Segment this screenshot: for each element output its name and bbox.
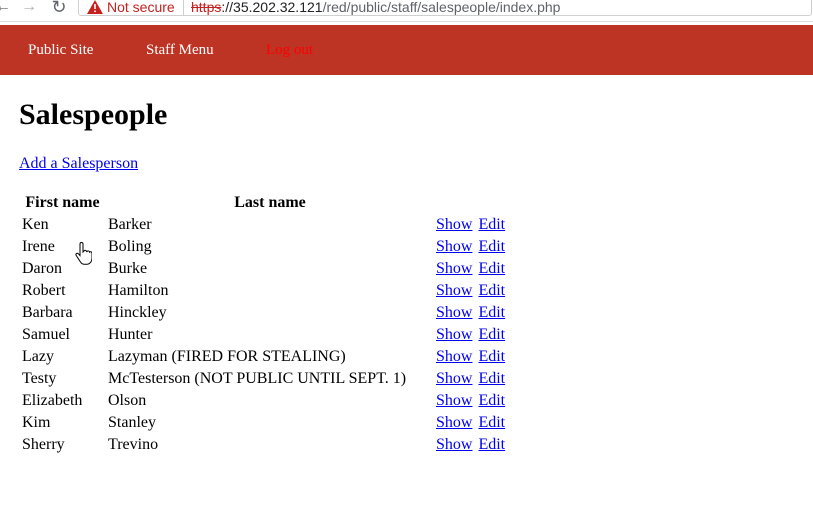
actions-cell: Show Edit (436, 258, 536, 280)
first-name-cell: Sherry (22, 436, 65, 453)
first-name-cell: Ken (22, 216, 49, 233)
edit-link[interactable]: Edit (478, 260, 505, 277)
address-separator (183, 0, 184, 15)
edit-link[interactable]: Edit (478, 216, 505, 233)
edit-link[interactable]: Edit (478, 326, 505, 343)
first-name-header: First name (25, 194, 100, 211)
first-name-cell: Elizabeth (22, 392, 83, 409)
url-path: /red/public/staff/salespeople/index.php (322, 0, 561, 15)
actions-cell: Show Edit (436, 324, 536, 346)
edit-link[interactable]: Edit (478, 436, 505, 453)
show-link[interactable]: Show (436, 326, 472, 343)
actions-cell: Show Edit (436, 434, 536, 456)
table-row: Robert Hamilton Show Edit (19, 280, 536, 302)
nav-log-out-link[interactable]: Log out (266, 42, 313, 59)
show-link[interactable]: Show (436, 348, 472, 365)
table-row: Sherry Trevino Show Edit (19, 434, 536, 456)
last-name-header: Last name (234, 194, 306, 211)
table-header-row: First name Last name (19, 192, 536, 214)
table-row: Daron Burke Show Edit (19, 258, 536, 280)
actions-cell: Show Edit (436, 280, 536, 302)
show-link[interactable]: Show (436, 238, 472, 255)
table-row: Testy McTesterson (NOT PUBLIC UNTIL SEPT.… (19, 368, 536, 390)
edit-link[interactable]: Edit (478, 392, 505, 409)
last-name-cell: Stanley (108, 414, 156, 431)
add-salesperson-link[interactable]: Add a Salesperson (19, 155, 138, 173)
last-name-cell: Lazyman (FIRED FOR STEALING) (108, 348, 346, 365)
first-name-cell: Testy (22, 370, 57, 387)
nav-staff-menu-link[interactable]: Staff Menu (146, 42, 214, 59)
url-host: ://35.202.32.121 (221, 0, 323, 15)
actions-cell: Show Edit (436, 236, 536, 258)
last-name-cell: McTesterson (NOT PUBLIC UNTIL SEPT. 1) (108, 370, 407, 387)
show-link[interactable]: Show (436, 392, 472, 409)
table-row: Lazy Lazyman (FIRED FOR STEALING) Show Edit (19, 346, 536, 368)
last-name-cell: Boling (108, 238, 152, 255)
hand-pointer-cursor-icon (75, 242, 92, 265)
table-row: Samuel Hunter Show Edit (19, 324, 536, 346)
salespeople-table: First name Last name Ken Barker Show Edit Ir… (19, 192, 536, 456)
last-name-cell: Hamilton (108, 282, 169, 299)
table-row: Barbara Hinckley Show Edit (19, 302, 536, 324)
actions-cell: Show Edit (436, 346, 536, 368)
table-row: Kim Stanley Show Edit (19, 412, 536, 434)
first-name-cell: Lazy (22, 348, 54, 365)
edit-link[interactable]: Edit (478, 304, 505, 321)
not-secure-label[interactable]: Not secure (107, 0, 175, 15)
edit-link[interactable]: Edit (478, 282, 505, 299)
last-name-cell: Olson (108, 392, 147, 409)
last-name-cell: Trevino (108, 436, 159, 453)
warning-triangle-icon (87, 0, 103, 14)
address-bar[interactable]: Not secure https://35.202.32.121/red/pub… (78, 0, 812, 16)
edit-link[interactable]: Edit (478, 348, 505, 365)
first-name-cell: Kim (22, 414, 51, 431)
last-name-cell: Hinckley (108, 304, 167, 321)
page-title: Salespeople (19, 98, 168, 131)
nav-public-site-link[interactable]: Public Site (28, 42, 93, 59)
actions-cell: Show Edit (436, 302, 536, 324)
show-link[interactable]: Show (436, 260, 472, 277)
edit-link[interactable]: Edit (478, 370, 505, 387)
url-scheme: https (191, 0, 222, 15)
first-name-cell: Samuel (22, 326, 70, 343)
last-name-cell: Burke (108, 260, 148, 277)
last-name-cell: Hunter (108, 326, 153, 343)
edit-link[interactable]: Edit (478, 414, 505, 431)
first-name-cell: Barbara (22, 304, 73, 321)
first-name-cell: Robert (22, 282, 66, 299)
site-header: Public Site Staff Menu Log out (0, 25, 813, 75)
last-name-cell: Barker (108, 216, 152, 233)
actions-header (436, 192, 536, 214)
url-text[interactable]: https://35.202.32.121/red/public/staff/s… (191, 0, 560, 15)
table-row: Irene Boling Show Edit (19, 236, 536, 258)
show-link[interactable]: Show (436, 370, 472, 387)
browser-toolbar: ← → ↻ Not secure https://35.202.32.121/r… (0, 0, 813, 22)
actions-cell: Show Edit (436, 390, 536, 412)
show-link[interactable]: Show (436, 414, 472, 431)
forward-arrow-icon[interactable]: → (20, 0, 38, 16)
table-row: Elizabeth Olson Show Edit (19, 390, 536, 412)
back-arrow-icon[interactable]: ← (0, 0, 12, 16)
show-link[interactable]: Show (436, 304, 472, 321)
actions-cell: Show Edit (436, 368, 536, 390)
edit-link[interactable]: Edit (478, 238, 505, 255)
show-link[interactable]: Show (436, 216, 472, 233)
actions-cell: Show Edit (436, 412, 536, 434)
table-row: Ken Barker Show Edit (19, 214, 536, 236)
actions-cell: Show Edit (436, 214, 536, 236)
reload-icon[interactable]: ↻ (50, 0, 68, 16)
show-link[interactable]: Show (436, 436, 472, 453)
show-link[interactable]: Show (436, 282, 472, 299)
